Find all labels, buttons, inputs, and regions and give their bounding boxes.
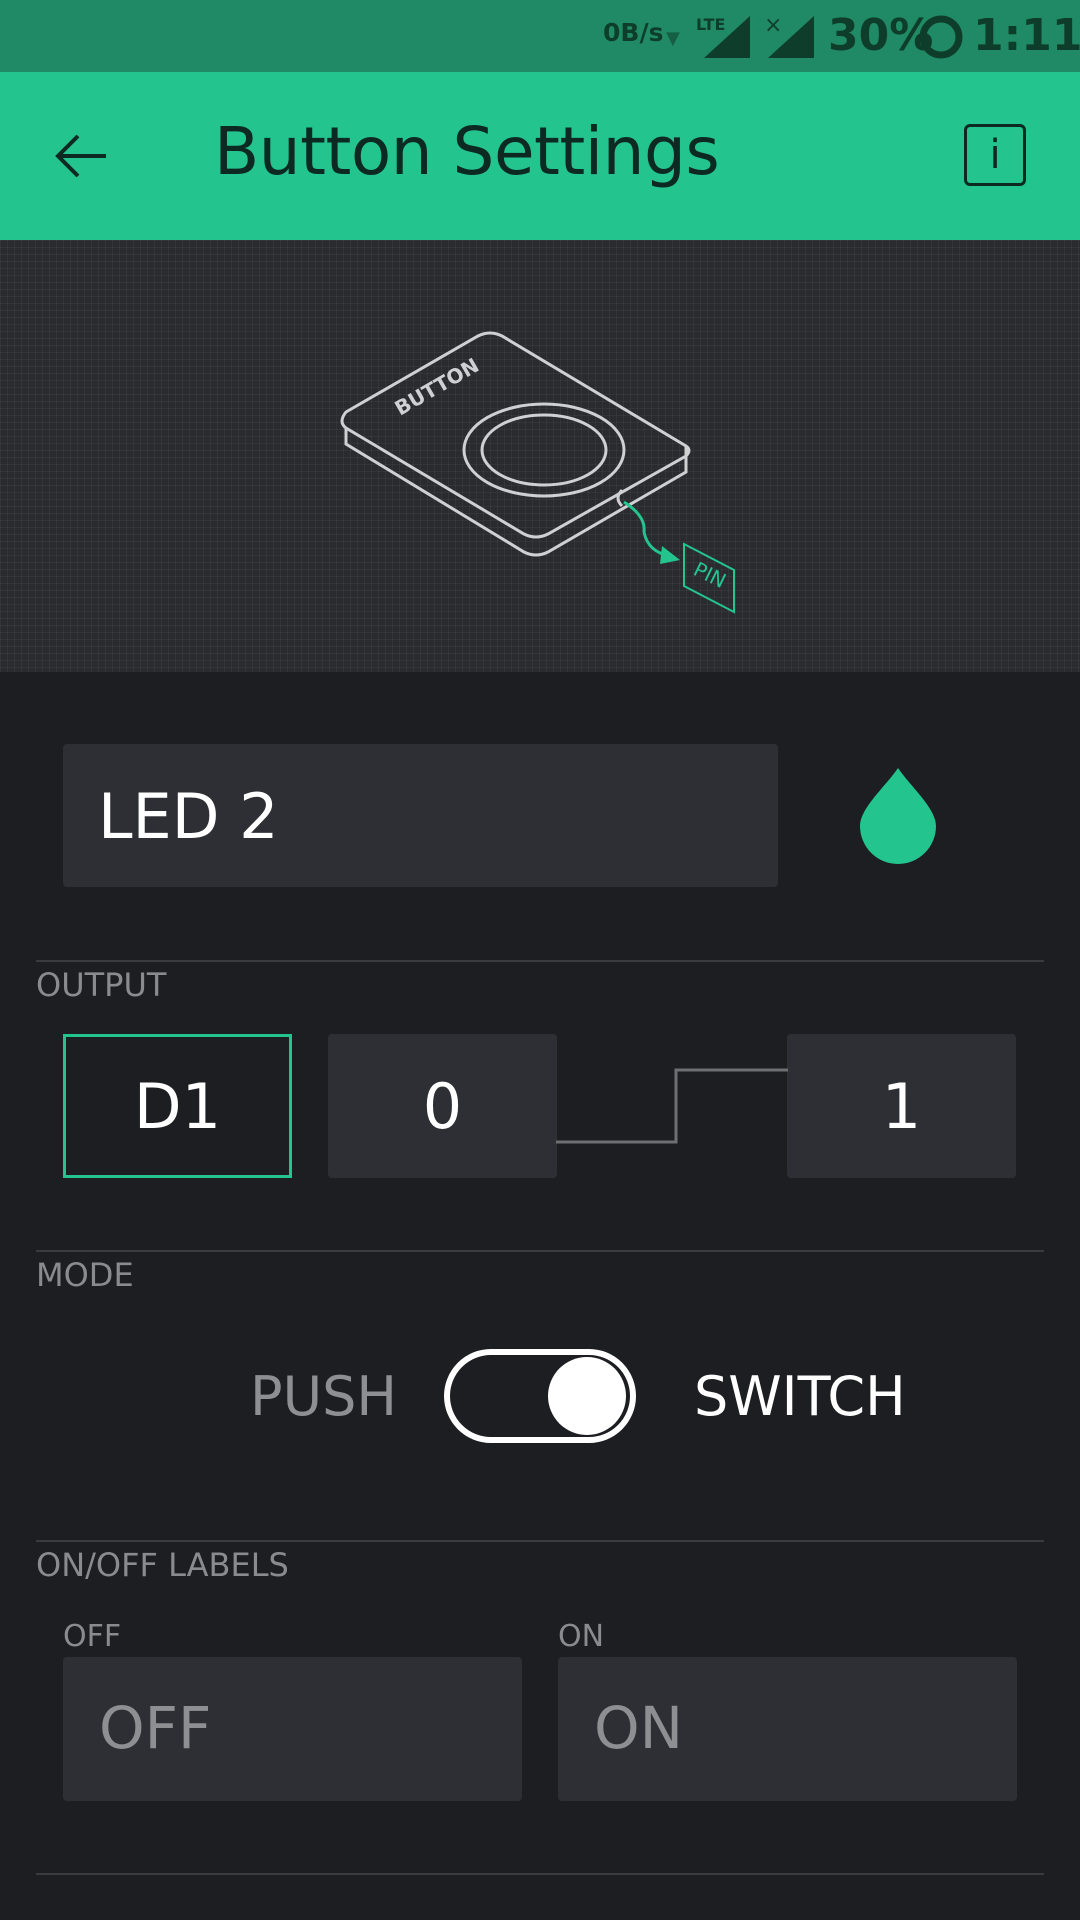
svg-text:×: × [764,13,782,38]
clock: 1:11 [973,10,1080,61]
network-type-label: LTE [696,15,725,34]
button-device-icon: BUTTON PIN [340,331,735,614]
download-arrow-icon: ▼ [666,28,680,49]
off-label-caption: OFF [63,1619,122,1654]
output-low-value[interactable]: 0 [328,1034,557,1178]
step-signal-icon [556,1068,788,1144]
off-label-placeholder: OFF [99,1694,212,1762]
page-title: Button Settings [214,113,720,190]
divider [36,1540,1044,1542]
mode-switch-label[interactable]: SWITCH [694,1365,906,1428]
mode-toggle-knob [548,1357,626,1435]
lte-signal-icon: LTE [696,15,750,58]
back-arrow-icon[interactable] [52,128,112,184]
color-picker-drop-icon[interactable] [856,764,940,868]
device-label: BUTTON [391,353,484,420]
output-pin-selector[interactable]: D1 [63,1034,292,1178]
divider [36,1873,1044,1875]
network-speed: 0B/s [603,18,664,47]
mode-push-label[interactable]: PUSH [250,1365,397,1428]
divider [36,1250,1044,1252]
widget-name-value: LED 2 [98,780,279,853]
info-icon: i [989,132,1001,178]
pin-tag-label: PIN [690,557,730,593]
output-low-value-text: 0 [422,1069,463,1143]
output-high-value-text: 1 [881,1069,922,1143]
on-label-placeholder: ON [594,1694,684,1762]
info-button[interactable]: i [964,124,1026,186]
on-label-caption: ON [558,1619,605,1654]
no-signal-icon: × [764,13,814,58]
mode-section-label: MODE [36,1256,134,1294]
battery-circle-icon [919,15,963,59]
output-pin-value: D1 [133,1069,222,1143]
divider [36,960,1044,962]
output-high-value[interactable]: 1 [787,1034,1016,1178]
output-section-label: OUTPUT [36,966,167,1004]
labels-section-label: ON/OFF LABELS [36,1546,289,1584]
